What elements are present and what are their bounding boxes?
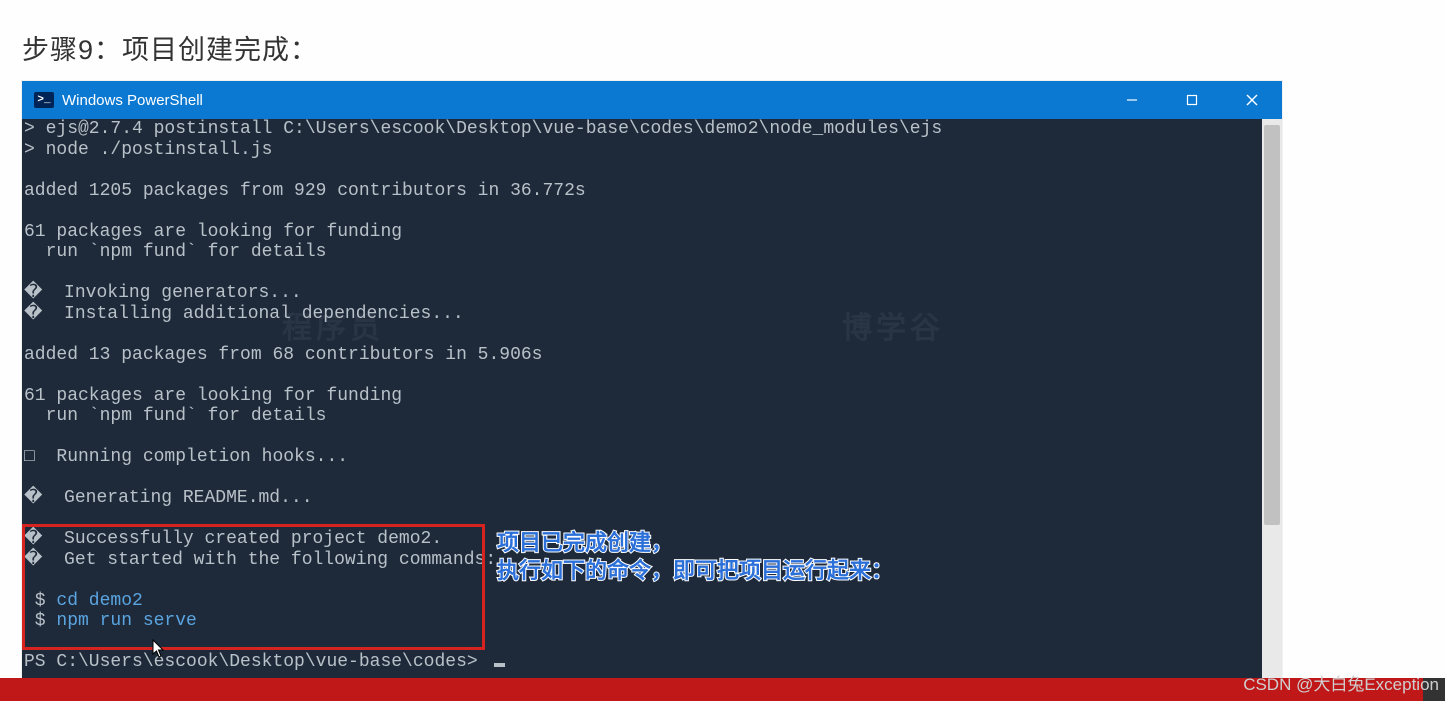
term-line: > node ./postinstall.js: [24, 140, 272, 160]
term-line: � Invoking generators...: [24, 283, 302, 303]
terminal-output[interactable]: > ejs@2.7.4 postinstall C:\Users\escook\…: [22, 119, 1262, 701]
title-bar[interactable]: >_ Windows PowerShell: [22, 81, 1282, 119]
term-line: □ Running completion hooks...: [24, 447, 348, 467]
terminal-body-wrap: > ejs@2.7.4 postinstall C:\Users\escook\…: [22, 119, 1282, 701]
scrollbar-thumb[interactable]: [1264, 125, 1280, 525]
prompt-symbol: $: [24, 611, 56, 631]
term-line: 61 packages are looking for funding: [24, 222, 402, 242]
maximize-button[interactable]: [1162, 81, 1222, 119]
step-heading: 步骤9：项目创建完成：: [22, 28, 318, 67]
annotation-line2: 执行如下的命令，即可把项目运行起来：: [497, 557, 893, 585]
term-line: � Get started with the following command…: [24, 550, 496, 570]
term-line: run `npm fund` for details: [24, 242, 326, 262]
command-serve: npm run serve: [56, 611, 196, 631]
term-line: run `npm fund` for details: [24, 406, 326, 426]
prompt-symbol: $: [24, 591, 56, 611]
bottom-bar: [0, 678, 1445, 701]
term-line: � Generating README.md...: [24, 488, 313, 508]
term-line: � Successfully created project demo2.: [24, 529, 442, 549]
term-line: 61 packages are looking for funding: [24, 386, 402, 406]
minimize-button[interactable]: [1102, 81, 1162, 119]
close-button[interactable]: [1222, 81, 1282, 119]
annotation-line1: 项目已完成创建，: [497, 529, 673, 557]
ps-prompt: PS C:\Users\escook\Desktop\vue-base\code…: [24, 652, 488, 672]
bottom-bar-side: [1423, 678, 1445, 701]
window-controls: [1102, 81, 1282, 119]
bg-watermark-right: 博学谷: [842, 319, 944, 340]
cursor-icon: [494, 663, 505, 667]
term-line: > ejs@2.7.4 postinstall C:\Users\escook\…: [24, 119, 942, 139]
window-title: Windows PowerShell: [62, 92, 203, 109]
vertical-scrollbar[interactable]: [1262, 119, 1282, 701]
powershell-icon: >_: [34, 92, 54, 108]
command-cd: cd demo2: [56, 591, 142, 611]
term-line: added 13 packages from 68 contributors i…: [24, 345, 542, 365]
term-line: � Installing additional dependencies...: [24, 304, 464, 324]
term-line: added 1205 packages from 929 contributor…: [24, 181, 586, 201]
powershell-window: >_ Windows PowerShell > ejs@2.7.4 postin…: [22, 81, 1282, 679]
